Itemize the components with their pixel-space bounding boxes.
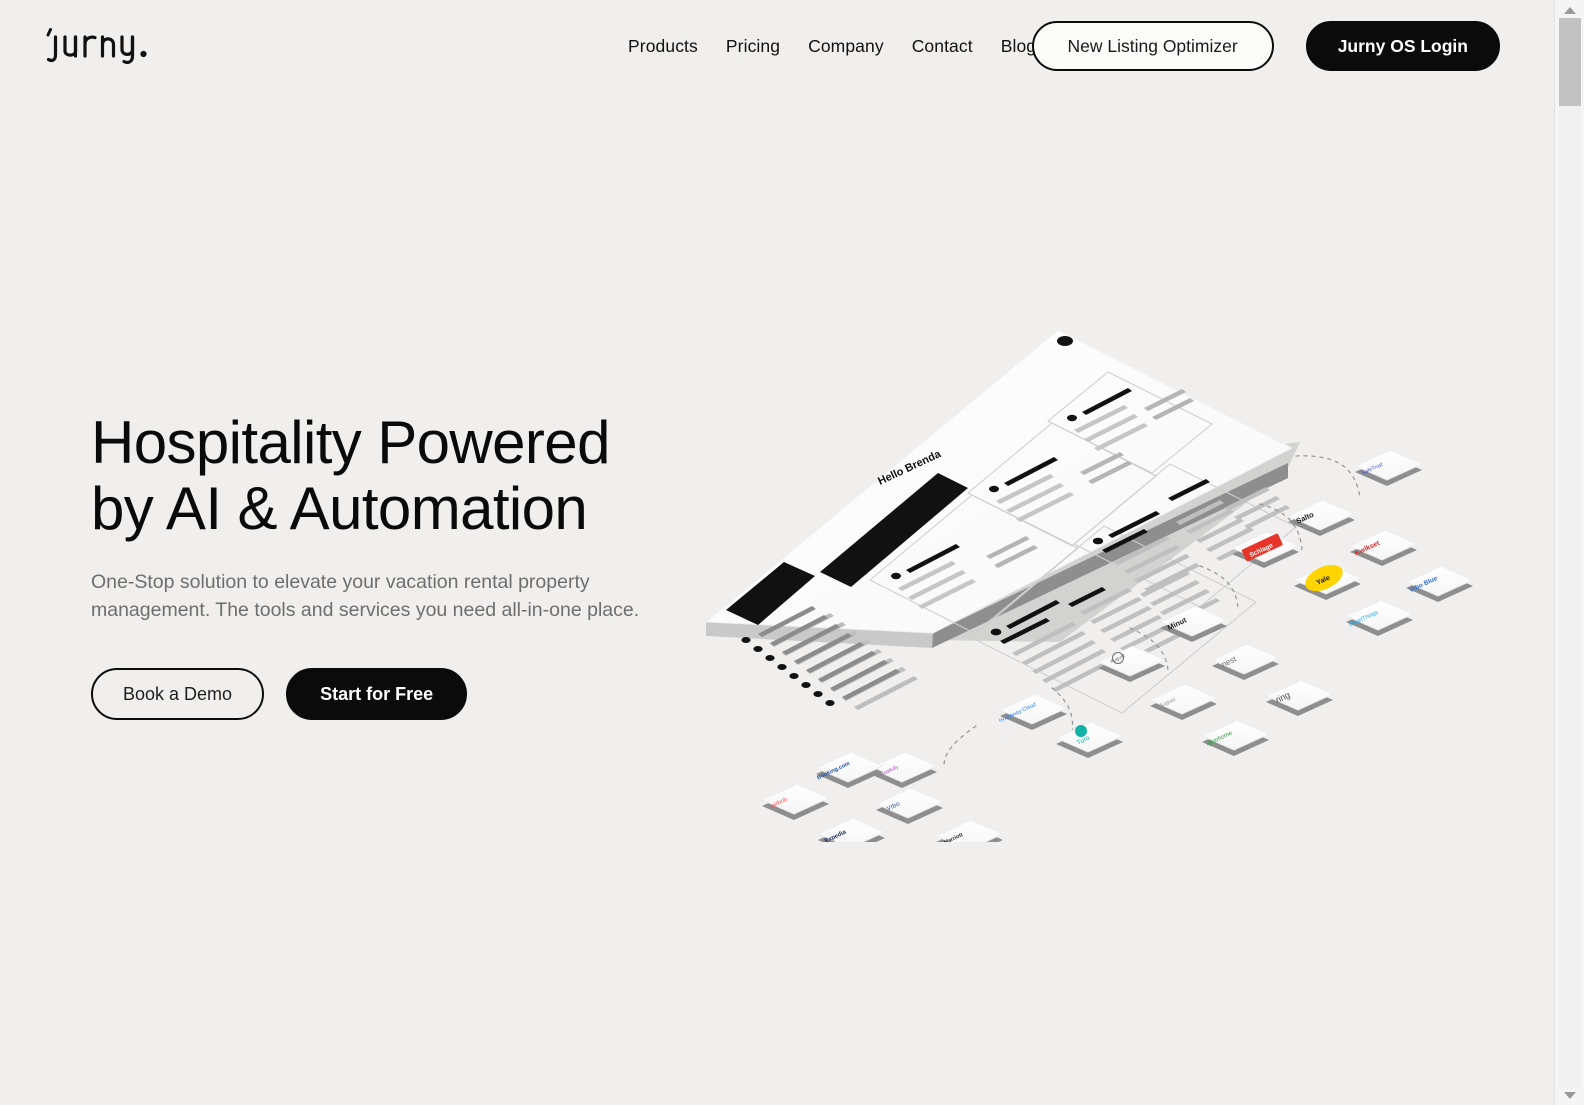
integration-tile[interactable]: igloohome [1200, 719, 1271, 756]
jurny-logo[interactable] [42, 20, 202, 72]
hero-title: Hospitality Powered by AI & Automation [91, 410, 731, 542]
nav-item-products[interactable]: Products [614, 28, 712, 65]
sidebar-item[interactable] [825, 669, 918, 710]
integration-tile[interactable]: SmartThings [1344, 599, 1415, 636]
hero-copy: Hospitality Powered by AI & Automation O… [91, 410, 731, 720]
hero-cta-group: Book a Demo Start for Free [91, 668, 731, 720]
nav-item-company[interactable]: Company [794, 28, 898, 65]
book-a-demo-button[interactable]: Book a Demo [91, 668, 265, 720]
scroll-down-arrow-icon[interactable] [1555, 1087, 1584, 1103]
scrollbar-thumb[interactable] [1559, 18, 1581, 106]
jurny-wordmark-icon [46, 28, 147, 64]
integration-tile[interactable]: August [1096, 645, 1167, 682]
sidebar-item[interactable] [789, 642, 882, 683]
hero-section: Hospitality Powered by AI & Automation O… [0, 92, 1554, 1105]
scrollbar-track[interactable] [1559, 18, 1581, 1088]
jurny-os-login-button[interactable]: Jurny OS Login [1305, 21, 1500, 71]
integration-tile[interactable]: Turo [1054, 721, 1125, 758]
new-listing-optimizer-button[interactable]: New Listing Optimizer [1031, 21, 1274, 71]
hero-title-line-2: by AI & Automation [91, 475, 588, 542]
integration-tile[interactable]: nest [1210, 643, 1281, 680]
integration-tile[interactable]: Hostfully [868, 751, 939, 788]
hero-illustration: Hello Brenda SafeTrust Salto Schlage Kwi… [700, 322, 1520, 842]
integration-tile[interactable]: Kwikset [1348, 529, 1419, 566]
sidebar-item[interactable] [801, 651, 894, 692]
integration-tile[interactable]: Vrbo [874, 787, 945, 824]
integration-tile[interactable]: Schlage [1230, 531, 1301, 568]
integration-tile[interactable]: Yale [1292, 560, 1363, 600]
main-navigation: Products Pricing Company Contact Blog [614, 0, 1050, 92]
start-for-free-button[interactable]: Start for Free [286, 668, 468, 720]
integration-tile[interactable]: Booking.com [814, 751, 885, 788]
integration-tile[interactable]: airbnb [760, 783, 831, 820]
integration-tile[interactable]: Vrbo Blue [1404, 565, 1475, 602]
integration-tile[interactable]: August [1148, 683, 1219, 720]
vertical-scrollbar[interactable] [1554, 0, 1584, 1105]
header-actions: New Listing Optimizer Jurny OS Login [1031, 20, 1500, 72]
hero-subtitle: One-Stop solution to elevate your vacati… [91, 571, 640, 621]
hero-title-line-1: Hospitality Powered [91, 409, 610, 476]
sidebar-item[interactable] [813, 660, 906, 701]
nav-item-pricing[interactable]: Pricing [712, 28, 794, 65]
integration-tile[interactable]: ring [1264, 679, 1335, 716]
scroll-up-arrow-icon[interactable] [1555, 2, 1584, 18]
isometric-dashboard-illustration: Hello Brenda SafeTrust Salto Schlage Kwi… [704, 329, 1475, 842]
integration-tile[interactable]: Salto [1286, 499, 1357, 536]
site-header: Products Pricing Company Contact Blog Ne… [0, 0, 1554, 92]
integration-tile[interactable]: Hostaway Cloud [998, 693, 1069, 730]
integration-tile[interactable]: Expedia [816, 817, 887, 842]
page-root: Products Pricing Company Contact Blog Ne… [0, 0, 1554, 1105]
nav-item-contact[interactable]: Contact [898, 28, 987, 65]
integration-tile[interactable]: SafeTrust [1353, 449, 1424, 486]
camera-icon [1057, 336, 1073, 346]
integration-tile[interactable]: Marriott [934, 819, 1005, 842]
dashboard-device: Hello Brenda [704, 329, 1300, 714]
